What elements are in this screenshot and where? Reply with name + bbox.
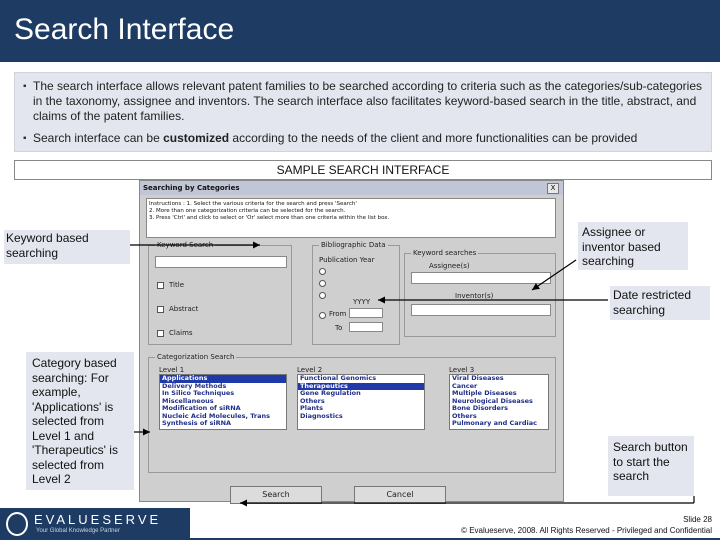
globe-icon [6, 512, 28, 536]
slide-number: Slide 28 [683, 515, 712, 524]
logo-tagline: Your Global Knowledge Partner [36, 528, 120, 534]
footer-info: Slide 28 © Evalueserve, 2008. All Rights… [461, 514, 712, 536]
arrow-assignee [531, 259, 577, 291]
logo-text: EVALUESERVE [34, 512, 162, 527]
copyright: © Evalueserve, 2008. All Rights Reserved… [461, 526, 712, 535]
callout-arrows [130, 241, 695, 507]
evalueserve-logo: EVALUESERVE Your Global Knowledge Partne… [0, 508, 190, 540]
